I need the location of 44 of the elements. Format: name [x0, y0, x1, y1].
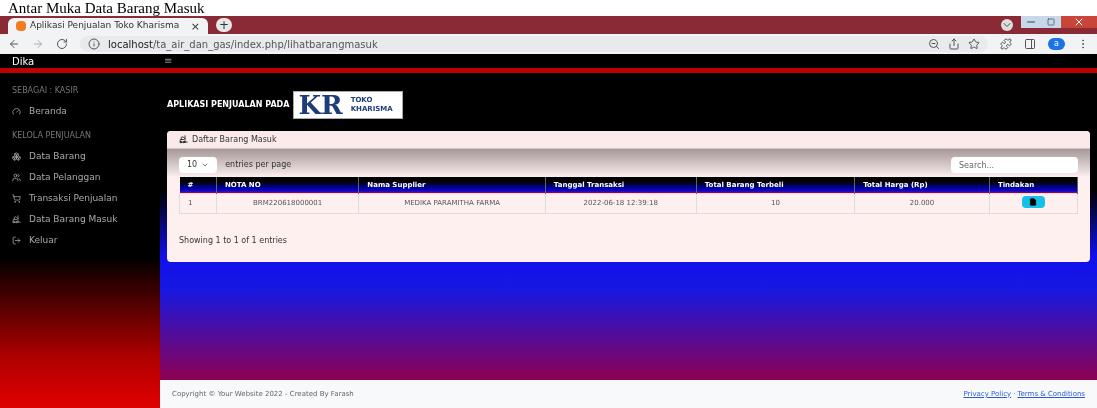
document-icon	[1029, 198, 1038, 207]
tab-search-icon[interactable]	[1001, 19, 1013, 31]
logout-icon	[12, 236, 21, 245]
sidebar-heading: SEBAGAI : KASIR	[11, 85, 80, 97]
menu-toggle[interactable]: ≡	[160, 56, 177, 66]
info-icon	[88, 38, 100, 50]
url-text: localhost/ta_air_dan_gas/index.php/lihatbarangmasuk	[108, 37, 378, 52]
table-info: Showing 1 to 1 of 1 entries	[179, 235, 287, 245]
close-icon[interactable]: ×	[190, 20, 200, 32]
puzzle-icon[interactable]	[1000, 38, 1012, 50]
boxes-icon	[12, 152, 21, 161]
profile-avatar[interactable]: a	[1048, 38, 1065, 50]
reload-icon[interactable]	[56, 38, 68, 50]
address-field[interactable]: localhost/ta_air_dan_gas/index.php/lihatbarangmasuk	[80, 36, 988, 52]
zoom-icon[interactable]	[928, 38, 940, 50]
sidebar-heading: KELOLA PENJUALAN	[11, 130, 93, 142]
close-icon[interactable]	[1061, 16, 1097, 28]
sidebar-item[interactable]: Data Pelanggan	[0, 167, 160, 188]
gauge-icon	[12, 107, 21, 116]
tab-title: Aplikasi Penjualan Toko Kharisma	[30, 19, 181, 33]
header-title: APLIKASI PENJUALAN PADA	[167, 99, 290, 111]
dolly-icon	[179, 135, 188, 144]
brand-name: Dika	[11, 54, 36, 69]
back-icon[interactable]	[8, 38, 20, 50]
sidebar-item[interactable]: Data Barang Masuk	[0, 209, 160, 230]
side-panel-icon[interactable]	[1024, 38, 1036, 50]
detail-button[interactable]	[1021, 196, 1045, 209]
sidebar-item[interactable]: Beranda	[0, 101, 160, 122]
page-caption: Antar Muka Data Barang Masuk	[7, 0, 206, 16]
per-page-select[interactable]: 10	[179, 157, 218, 173]
sidebar-item[interactable]: Transaksi Penjualan	[0, 188, 160, 209]
sidebar-item[interactable]: Keluar	[0, 230, 160, 251]
browser-tab[interactable]: Aplikasi Penjualan Toko Kharisma ×	[8, 18, 208, 34]
search-field[interactable]: Search...	[951, 157, 1078, 173]
cart-icon	[12, 194, 21, 203]
caret-icon	[201, 161, 210, 169]
card-title: Daftar Barang Masuk	[192, 133, 277, 146]
per-page-label: entries per page	[225, 159, 292, 171]
dolly-icon	[12, 215, 21, 224]
sidebar-item[interactable]: Data Barang	[0, 146, 160, 167]
share-icon[interactable]	[948, 38, 960, 50]
star-icon[interactable]	[968, 38, 980, 50]
new-tab-button[interactable]: +	[216, 18, 232, 32]
users-icon	[12, 173, 21, 182]
